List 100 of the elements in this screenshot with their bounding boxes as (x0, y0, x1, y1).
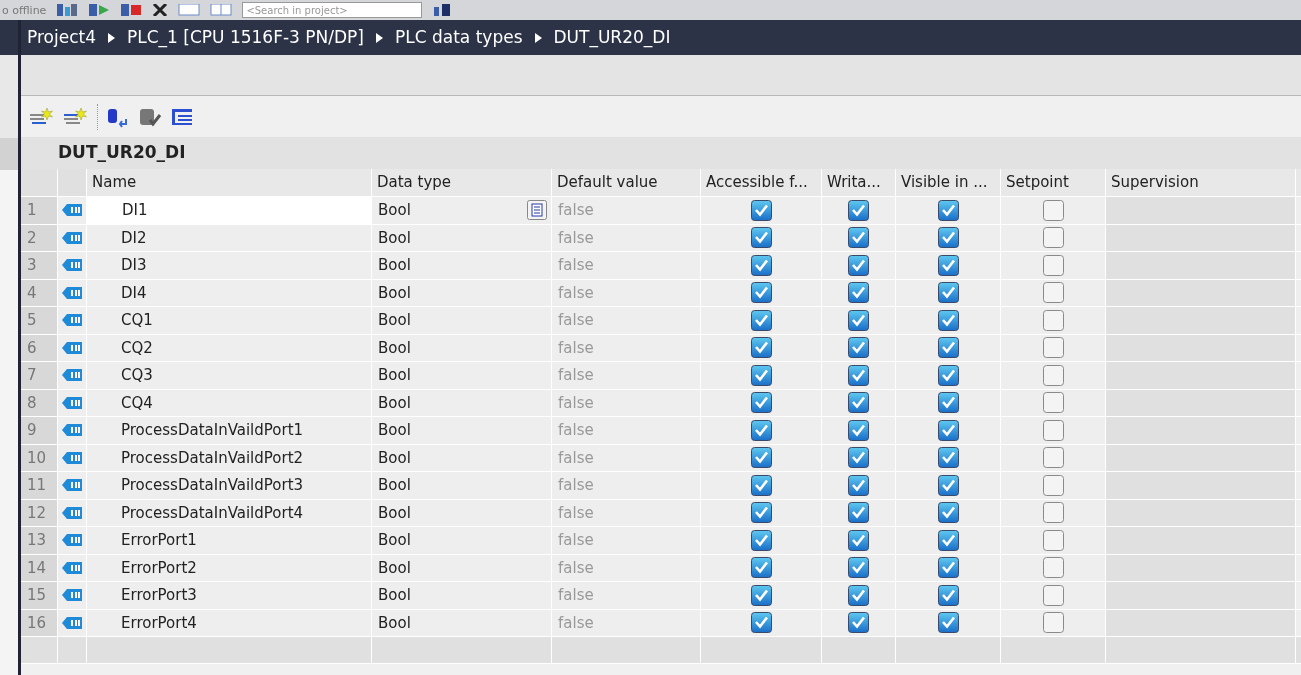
checkbox[interactable] (848, 502, 869, 524)
checkbox[interactable] (937, 557, 959, 579)
checkbox[interactable] (848, 337, 869, 359)
tag-icon (61, 285, 83, 300)
checkbox[interactable] (937, 502, 959, 524)
checkbox[interactable] (848, 254, 869, 276)
data-type-cell-text: Bool (378, 255, 411, 276)
checkbox[interactable] (750, 282, 772, 304)
checkbox[interactable] (1042, 447, 1064, 469)
checkbox[interactable] (1042, 227, 1064, 249)
checkbox[interactable] (848, 282, 869, 304)
data-type-cell-text: Bool (378, 612, 411, 634)
play-icon[interactable] (88, 4, 111, 16)
checkbox[interactable] (1042, 502, 1064, 524)
checkbox[interactable] (848, 227, 869, 249)
checkbox[interactable] (848, 447, 869, 469)
checkbox[interactable] (1042, 309, 1064, 331)
breadcrumb-item[interactable]: PLC_1 [CPU 1516F-3 PN/DP] (127, 24, 364, 51)
breadcrumb-item[interactable]: DUT_UR20_DI (553, 24, 671, 51)
checkbox[interactable] (848, 584, 869, 606)
checkbox[interactable] (1042, 364, 1064, 386)
name-cell[interactable]: CQ2 (87, 334, 372, 361)
name-cell[interactable]: CQ3 (87, 362, 372, 389)
checkbox[interactable] (1042, 612, 1064, 634)
checkbox[interactable] (937, 612, 959, 634)
checkbox[interactable] (937, 474, 959, 496)
default-value-cell: false (552, 527, 701, 554)
checkbox[interactable] (1042, 584, 1064, 606)
checkbox[interactable] (848, 419, 869, 441)
checkbox[interactable] (937, 282, 959, 304)
name-cell[interactable]: ErrorPort3 (87, 582, 372, 609)
checkbox[interactable] (937, 447, 959, 469)
chevron-right-icon (375, 32, 383, 43)
checkbox[interactable] (1042, 282, 1064, 304)
checkbox[interactable] (750, 337, 772, 359)
checkbox[interactable] (848, 474, 869, 496)
checkbox[interactable] (750, 392, 772, 414)
name-cell[interactable]: DI1 (87, 197, 372, 224)
checkbox[interactable] (937, 529, 959, 551)
name-cell[interactable]: DI2 (87, 224, 372, 251)
breadcrumb-item[interactable]: PLC data types (394, 24, 523, 51)
cross-icon[interactable] (152, 4, 169, 16)
checkbox[interactable] (937, 392, 959, 414)
checkbox[interactable] (937, 199, 959, 221)
name-cell[interactable]: ProcessDataInVaildPort4 (87, 499, 372, 526)
name-cell[interactable]: CQ4 (87, 389, 372, 416)
checkbox[interactable] (1042, 474, 1064, 496)
checkbox[interactable] (848, 557, 869, 579)
search-field[interactable]: <Search in project> (242, 2, 423, 18)
checkbox[interactable] (750, 612, 772, 634)
checkbox[interactable] (937, 309, 959, 331)
checkbox[interactable] (750, 254, 772, 276)
checkbox[interactable] (848, 612, 869, 634)
checkbox[interactable] (750, 529, 772, 551)
checkbox[interactable] (750, 364, 772, 386)
checkbox[interactable] (937, 584, 959, 606)
checkbox[interactable] (750, 584, 772, 606)
checkbox[interactable] (1042, 557, 1064, 579)
checkbox[interactable] (848, 309, 869, 331)
name-cell[interactable]: DI3 (87, 252, 372, 279)
checkbox[interactable] (750, 557, 772, 579)
checkbox[interactable] (1042, 529, 1064, 551)
search-project-icon[interactable] (432, 4, 453, 16)
checkbox[interactable] (750, 227, 772, 249)
checkbox[interactable] (937, 337, 959, 359)
tag-icon (61, 560, 83, 575)
checkbox[interactable] (1042, 199, 1064, 221)
name-cell[interactable]: ErrorPort1 (87, 527, 372, 554)
data-type-cell-text: Bool (378, 200, 411, 221)
checkbox[interactable] (750, 474, 772, 496)
name-cell[interactable]: ProcessDataInVaildPort2 (87, 444, 372, 471)
checkbox[interactable] (1042, 392, 1064, 414)
tag-icon (61, 340, 83, 355)
checkbox[interactable] (750, 502, 772, 524)
list-picker-icon[interactable] (527, 200, 547, 221)
name-cell[interactable]: ErrorPort2 (87, 554, 372, 581)
checkbox[interactable] (750, 447, 772, 469)
name-cell[interactable]: DI4 (87, 279, 372, 306)
checkbox[interactable] (937, 419, 959, 441)
checkbox[interactable] (848, 199, 869, 221)
name-cell[interactable]: ErrorPort4 (87, 609, 372, 636)
checkbox[interactable] (1042, 337, 1064, 359)
checkbox[interactable] (937, 227, 959, 249)
checkbox[interactable] (937, 364, 959, 386)
stop-icon[interactable] (120, 4, 143, 16)
checkbox[interactable] (750, 419, 772, 441)
checkbox[interactable] (848, 364, 869, 386)
checkbox[interactable] (1042, 419, 1064, 441)
name-cell[interactable]: ProcessDataInVaildPort3 (87, 472, 372, 499)
name-cell[interactable]: CQ1 (87, 307, 372, 334)
breadcrumb-item[interactable]: Project4 (27, 24, 96, 51)
checkbox[interactable] (750, 309, 772, 331)
checkbox[interactable] (937, 254, 959, 276)
checkbox[interactable] (750, 199, 772, 221)
checkbox[interactable] (1042, 254, 1064, 276)
checkbox[interactable] (848, 529, 869, 551)
tag-icon (61, 615, 83, 630)
checkbox[interactable] (848, 392, 869, 414)
chart-icon[interactable] (56, 4, 79, 16)
name-cell[interactable]: ProcessDataInVaildPort1 (87, 417, 372, 444)
